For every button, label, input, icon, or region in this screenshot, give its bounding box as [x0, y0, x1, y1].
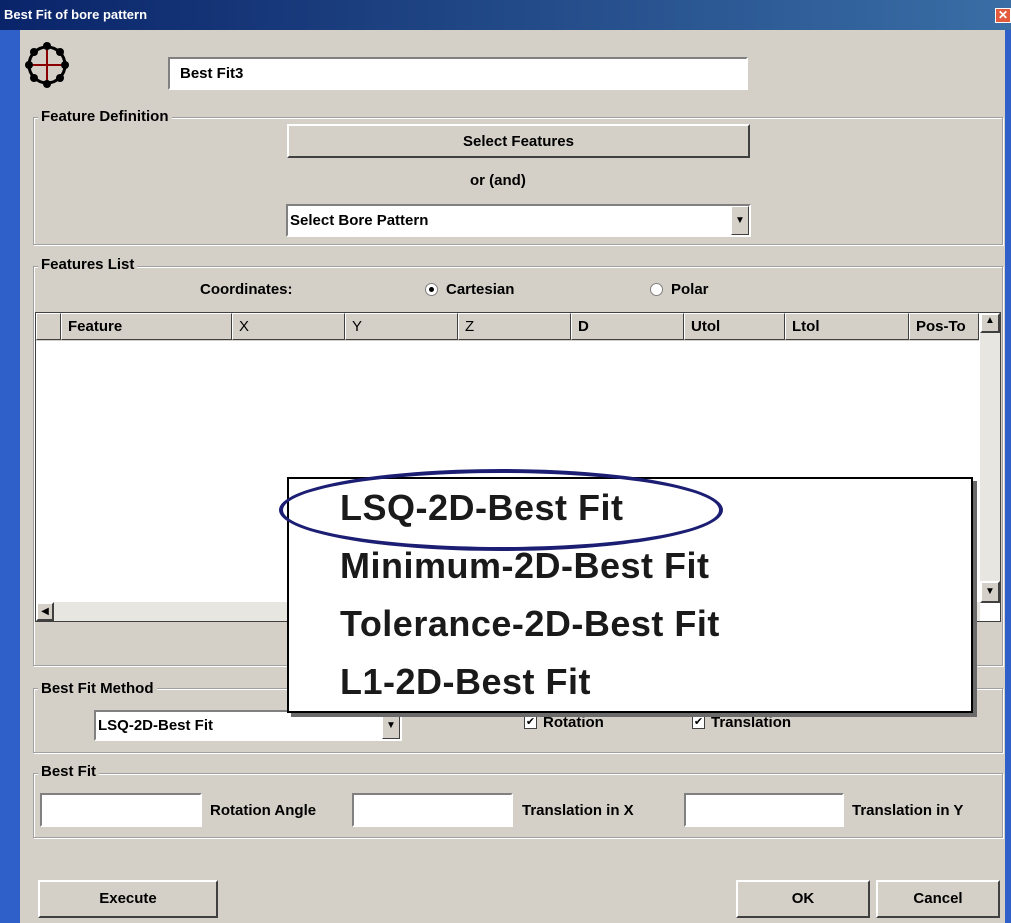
- column-header-d[interactable]: D: [571, 313, 684, 340]
- feature-definition-label: Feature Definition: [38, 108, 172, 125]
- combo-arrow: ▼: [386, 720, 396, 731]
- polar-label: Polar: [671, 281, 709, 298]
- translation-checkbox[interactable]: ✔ Translation: [692, 714, 791, 732]
- rotation-angle-field[interactable]: [352, 793, 513, 827]
- column-header-feature[interactable]: Feature: [61, 313, 232, 340]
- left-border: [0, 30, 20, 923]
- title-bar[interactable]: Best Fit of bore pattern ✕: [0, 0, 1011, 30]
- scroll-left-button[interactable]: ◀: [36, 602, 54, 621]
- column-header-z[interactable]: Z: [458, 313, 571, 340]
- column-header-pos-tol[interactable]: Pos-To: [909, 313, 979, 340]
- table-header: Feature X Y Z D Utol Ltol Pos-To: [36, 313, 979, 341]
- polar-radio[interactable]: Polar: [650, 281, 709, 299]
- radio-selected-icon: [425, 283, 438, 297]
- scroll-left-icon: ◀: [41, 606, 49, 617]
- dropdown-option-l1[interactable]: L1-2D-Best Fit: [340, 661, 591, 703]
- execute-label: Execute: [99, 890, 157, 907]
- checkbox-checked-icon: ✔: [692, 716, 705, 730]
- dropdown-option-minimum[interactable]: Minimum-2D-Best Fit: [340, 545, 710, 587]
- close-button[interactable]: ✕: [995, 8, 1011, 23]
- chevron-down-icon[interactable]: ▼: [731, 206, 749, 235]
- highlight-ellipse: [279, 469, 723, 551]
- checkbox-checked-icon: ✔: [524, 716, 537, 730]
- or-and-label: or (and): [470, 172, 526, 189]
- dropdown-option-tolerance[interactable]: Tolerance-2D-Best Fit: [340, 603, 720, 645]
- translation-x-field[interactable]: [684, 793, 844, 827]
- scroll-down-button[interactable]: ▼: [980, 581, 1000, 603]
- best-fit-label: Best Fit: [38, 763, 100, 780]
- coordinates-label: Coordinates:: [200, 281, 293, 298]
- bore-pattern-combo[interactable]: Select Bore Pattern ▼: [286, 204, 751, 237]
- features-list-label: Features List: [38, 256, 138, 273]
- translation-label: Translation: [711, 714, 792, 731]
- close-icon: ✕: [997, 8, 1009, 22]
- cancel-label: Cancel: [913, 890, 963, 907]
- chevron-down-icon[interactable]: ▼: [382, 712, 400, 739]
- translation-y-label: Translation in Y: [852, 802, 964, 819]
- dialog-window: Best Fit of bore pattern ✕ Best Fit3 Fea…: [0, 0, 1011, 923]
- column-header-y[interactable]: Y: [345, 313, 458, 340]
- bore-pattern-value: Select Bore Pattern: [290, 212, 429, 229]
- rotation-label: Rotation: [543, 714, 604, 731]
- cancel-button[interactable]: Cancel: [876, 880, 1000, 918]
- bore-pattern-icon: [25, 42, 69, 88]
- name-field[interactable]: Best Fit3: [168, 57, 748, 90]
- column-header-ltol[interactable]: Ltol: [785, 313, 909, 340]
- row-header-corner: [36, 313, 61, 340]
- best-fit-method-combo[interactable]: LSQ-2D-Best Fit ▼: [94, 710, 402, 741]
- translation-x-label: Translation in X: [522, 802, 634, 819]
- rotation-angle-label: Rotation Angle: [210, 802, 317, 819]
- right-border: [1005, 30, 1011, 923]
- best-fit-value-field[interactable]: [40, 793, 202, 827]
- vertical-scrollbar[interactable]: ▲ ▼: [980, 313, 1000, 603]
- best-fit-method-value: LSQ-2D-Best Fit: [98, 717, 214, 734]
- select-features-button[interactable]: Select Features: [287, 124, 750, 158]
- cartesian-radio[interactable]: Cartesian: [425, 281, 514, 299]
- rotation-checkbox[interactable]: ✔ Rotation: [524, 714, 604, 732]
- scroll-down-icon: ▼: [985, 586, 995, 597]
- scroll-up-icon: ▲: [985, 315, 995, 326]
- combo-arrow: ▼: [735, 215, 745, 226]
- ok-label: OK: [791, 890, 815, 907]
- best-fit-method-label: Best Fit Method: [38, 680, 157, 697]
- cartesian-label: Cartesian: [446, 281, 515, 298]
- execute-button[interactable]: Execute: [38, 880, 218, 918]
- ok-button[interactable]: OK: [736, 880, 870, 918]
- scroll-up-button[interactable]: ▲: [980, 313, 1000, 333]
- select-features-label: Select Features: [463, 133, 574, 150]
- column-header-utol[interactable]: Utol: [684, 313, 785, 340]
- radio-unselected-icon: [650, 283, 663, 297]
- name-field-value: Best Fit3: [180, 65, 244, 82]
- window-title: Best Fit of bore pattern: [4, 7, 148, 22]
- column-header-x[interactable]: X: [232, 313, 345, 340]
